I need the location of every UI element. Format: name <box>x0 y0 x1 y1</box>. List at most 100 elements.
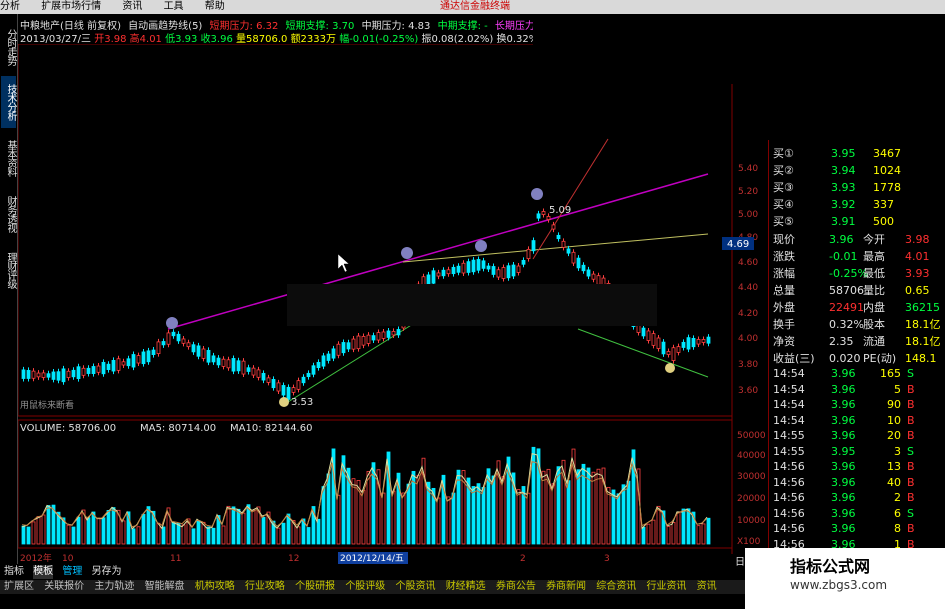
tab-intraday[interactable]: 分时走势 <box>1 22 16 72</box>
tick-price: 3.96 <box>831 475 856 489</box>
menu-bar: 分析 扩展市场行情 资讯 工具 帮助 通达信金融终端 <box>0 0 945 14</box>
tab-general-news[interactable]: 综合资讯 <box>596 580 636 594</box>
bid-price: 3.91 <box>831 215 856 228</box>
tab-save-as[interactable]: 另存为 <box>92 565 122 579</box>
tab-smart-analysis[interactable]: 智能解盘 <box>145 580 185 594</box>
tab-industry-news[interactable]: 行业资讯 <box>646 580 686 594</box>
candle <box>96 365 101 373</box>
redaction-block <box>287 284 657 326</box>
volume-bar <box>701 523 706 545</box>
tab-stock-report[interactable]: 个股研报 <box>295 580 335 594</box>
candle <box>476 259 481 271</box>
volume-bar <box>141 513 146 545</box>
bid-volume: 3467 <box>873 147 901 160</box>
volume-bar <box>611 489 616 545</box>
volume-bar <box>106 510 111 545</box>
tick-direction: B <box>907 491 915 504</box>
tab-industry-strategy[interactable]: 行业攻略 <box>245 580 285 594</box>
tab-fundamentals[interactable]: 基本资料 <box>1 132 16 184</box>
tab-technical[interactable]: 技术分析 <box>1 76 16 128</box>
volume-bar <box>236 508 241 545</box>
volume-bar <box>111 507 116 545</box>
volume-bar <box>616 493 621 545</box>
candle <box>501 267 506 279</box>
tick-volume: 90 <box>887 398 901 411</box>
volume-tick: 40000 <box>737 451 766 461</box>
tab-manage[interactable]: 管理 <box>62 565 82 579</box>
tab-finance[interactable]: 财务透视 <box>1 188 16 240</box>
menu-item-news[interactable]: 资讯 <box>122 0 142 14</box>
volume-bar <box>251 509 256 545</box>
candle <box>256 369 261 378</box>
tab-template[interactable]: 模板 <box>33 565 54 579</box>
price-tick: 3.80 <box>738 360 758 370</box>
menu-item-analysis[interactable]: 分析 <box>0 0 20 14</box>
tick-row: 14:56 3.96 13 B <box>773 459 943 474</box>
tab-stock-news[interactable]: 个股资讯 <box>396 580 436 594</box>
stat-value: 0.65 <box>905 284 930 297</box>
volume-bar <box>326 473 331 545</box>
tick-volume: 20 <box>887 429 901 442</box>
candle <box>306 372 311 378</box>
candle <box>211 355 216 363</box>
candle <box>526 248 531 260</box>
tick-price: 3.96 <box>831 398 856 411</box>
candle <box>381 331 386 339</box>
candle <box>41 372 46 378</box>
candle <box>186 342 191 348</box>
candle <box>686 337 691 350</box>
period-label[interactable]: 日 <box>735 553 745 568</box>
tab-news[interactable]: 资讯 <box>697 580 717 594</box>
tick-time: 14:54 <box>773 398 805 411</box>
stat-value: 3.93 <box>905 267 930 280</box>
candle <box>556 234 561 240</box>
menu-item-tools[interactable]: 工具 <box>164 0 184 14</box>
candle <box>701 339 706 343</box>
volume-bar <box>416 474 421 545</box>
volume-bar <box>491 475 496 545</box>
candle <box>216 357 221 366</box>
tab-broker-news[interactable]: 券商新闻 <box>546 580 586 594</box>
low-value-label: 3.53 <box>291 397 313 408</box>
tab-rating[interactable]: 理财评级 <box>1 244 16 296</box>
stat-label: 总量 <box>773 284 795 297</box>
tab-indicator[interactable]: 指标 <box>4 565 24 579</box>
candle <box>551 224 556 230</box>
tick-row: 14:56 3.96 8 B <box>773 521 943 536</box>
tab-related-quote[interactable]: 关联报价 <box>44 580 84 594</box>
volume-bar <box>676 512 681 545</box>
tick-price: 3.95 <box>831 444 856 458</box>
candle <box>331 348 336 359</box>
mouse-cursor-icon <box>337 253 350 273</box>
candle <box>651 333 656 346</box>
support-marker-1 <box>279 397 289 407</box>
candle <box>371 335 376 341</box>
tab-ext-area[interactable]: 扩展区 <box>4 580 34 594</box>
stat-label: 股本 <box>863 318 885 331</box>
volume-bar <box>646 523 651 545</box>
tab-main-force[interactable]: 主力轨迹 <box>94 580 134 594</box>
candle <box>271 379 276 389</box>
menu-item-ext-market[interactable]: 扩展市场行情 <box>41 0 101 14</box>
volume-bar <box>306 527 311 545</box>
candle <box>591 273 596 280</box>
menu-item-help[interactable]: 帮助 <box>205 0 225 14</box>
tab-inst-strategy[interactable]: 机构攻略 <box>195 580 235 594</box>
tab-finance-picks[interactable]: 财经精选 <box>446 580 486 594</box>
tick-row: 14:56 3.96 2 B <box>773 490 943 505</box>
candle <box>706 336 711 344</box>
candle <box>361 336 366 346</box>
tab-broker-notice[interactable]: 券商公告 <box>496 580 536 594</box>
volume-bar <box>276 527 281 545</box>
candle <box>696 339 701 345</box>
high-value-label: 5.09 <box>549 205 571 216</box>
tab-stock-rating[interactable]: 个股评级 <box>345 580 385 594</box>
stat-label: 内盘 <box>863 301 885 314</box>
candle <box>431 270 436 284</box>
time-tick: 2012年 <box>20 552 52 564</box>
tick-direction: S <box>907 444 914 458</box>
tick-direction: S <box>907 367 914 380</box>
tick-row: 14:54 3.96 10 B <box>773 413 943 428</box>
tick-price: 3.96 <box>831 522 856 535</box>
bid-row: 买① 3.95 3467 <box>773 146 943 162</box>
